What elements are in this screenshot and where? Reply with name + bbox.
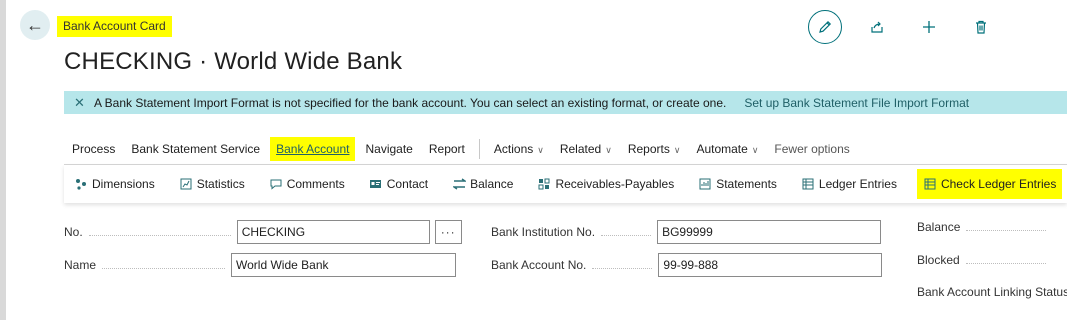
contact-button[interactable]: Contact [369,169,428,199]
no-assist-button[interactable]: ··· [434,220,462,244]
check-ledger-entries-label: Check Ledger Entries [940,177,1057,191]
share-button[interactable] [860,10,894,44]
plus-icon [923,21,935,33]
chevron-down-icon: ∨ [673,145,681,155]
top-actions [808,10,998,44]
edit-icon [819,20,832,33]
no-label: No. [64,225,83,239]
no-input[interactable]: CHECKING [236,220,430,244]
leader-dots [966,229,1047,231]
menu-reports[interactable]: Reports ∨ [620,137,689,161]
menu-related-label: Related [559,142,602,156]
new-button[interactable] [912,10,946,44]
dimensions-button[interactable]: Dimensions [74,169,155,199]
check-ledger-entries-button[interactable]: Check Ledger Entries [916,169,1063,199]
leader-dots [601,234,652,236]
action-toolbar: Dimensions Statistics Comments Contact B… [64,165,1067,203]
menu-navigate[interactable]: Navigate [357,137,420,161]
menu-fewer-options[interactable]: Fewer options [766,137,857,161]
menu-process[interactable]: Process [64,137,123,161]
delete-button[interactable] [964,10,998,44]
balance-icon [452,177,466,191]
setup-import-format-link[interactable]: Set up Bank Statement File Import Format [744,96,969,110]
ledger-entries-label: Ledger Entries [818,177,897,191]
check-ledger-entries-icon [923,177,937,191]
notification-bar: ✕ A Bank Statement Import Format is not … [64,91,1067,114]
action-menu-bar: Process Bank Statement Service Bank Acco… [64,136,858,162]
statements-label: Statements [716,177,777,191]
balance-label: Balance [470,177,514,191]
comments-label: Comments [286,177,345,191]
close-icon[interactable]: ✕ [74,95,94,111]
left-edge-strip [0,0,6,320]
balance-button[interactable]: Balance [452,169,513,199]
field-bank-account-no: Bank Account No. 99-99-888 [491,253,883,277]
field-bank-account-linking-status: Bank Account Linking Status [917,285,1067,299]
dimensions-label: Dimensions [92,177,155,191]
name-input[interactable]: World Wide Bank [231,253,457,277]
leader-dots [102,267,226,269]
ledger-entries-icon [801,177,815,191]
contact-label: Contact [386,177,429,191]
notification-message: A Bank Statement Import Format is not sp… [94,95,727,110]
comments-icon [269,177,283,191]
chevron-down-icon: ∨ [605,145,612,155]
menu-automate[interactable]: Automate ∨ [688,137,766,161]
page-title: CHECKING · World Wide Bank [64,48,403,75]
bank-account-no-input[interactable]: 99-99-888 [658,253,883,277]
menu-actions-label: Actions [493,142,534,156]
field-blocked: Blocked [917,253,1052,267]
blocked-label: Blocked [917,253,960,267]
share-icon [871,21,883,33]
statistics-icon [179,177,193,191]
field-bank-institution-no: Bank Institution No. BG99999 [491,220,882,244]
menu-divider [478,139,480,159]
menu-automate-label: Automate [696,142,748,156]
leader-dots [592,267,653,269]
comments-button[interactable]: Comments [269,169,345,199]
arrow-left-icon: ← [26,15,44,35]
field-balance: Balance [917,220,1052,234]
back-button[interactable]: ← [20,10,50,40]
menu-bank-statement-service[interactable]: Bank Statement Service [123,137,268,161]
leader-dots [965,262,1046,264]
field-no: No. CHECKING ··· [64,220,462,244]
receivables-payables-button[interactable]: Receivables-Payables [537,169,674,199]
statements-icon [698,177,712,191]
trash-icon [976,20,986,34]
bank-account-no-label: Bank Account No. [491,258,587,272]
field-name: Name World Wide Bank [64,253,457,277]
statements-button[interactable]: Statements [698,169,777,199]
statistics-label: Statistics [196,177,245,191]
menu-bank-account[interactable]: Bank Account [270,137,356,161]
bank-institution-no-label: Bank Institution No. [491,225,596,239]
page-kind-label: Bank Account Card [57,16,172,37]
menu-reports-label: Reports [627,142,670,156]
dimensions-icon [74,177,88,191]
bank-institution-no-input[interactable]: BG99999 [657,220,882,244]
contact-icon [369,177,383,191]
chevron-down-icon: ∨ [751,145,759,155]
receivables-payables-label: Receivables-Payables [555,177,675,191]
edit-button[interactable] [808,10,842,44]
balance-field-label: Balance [917,220,961,234]
bank-account-linking-status-label: Bank Account Linking Status [917,285,1067,299]
menu-related[interactable]: Related ∨ [552,137,620,161]
receivables-payables-icon [537,177,551,191]
ledger-entries-button[interactable]: Ledger Entries [801,169,897,199]
menu-actions[interactable]: Actions ∨ [486,137,552,161]
leader-dots [88,234,231,236]
chevron-down-icon: ∨ [537,145,544,155]
statistics-button[interactable]: Statistics [179,169,245,199]
menu-report[interactable]: Report [421,137,473,161]
name-label: Name [64,258,97,272]
